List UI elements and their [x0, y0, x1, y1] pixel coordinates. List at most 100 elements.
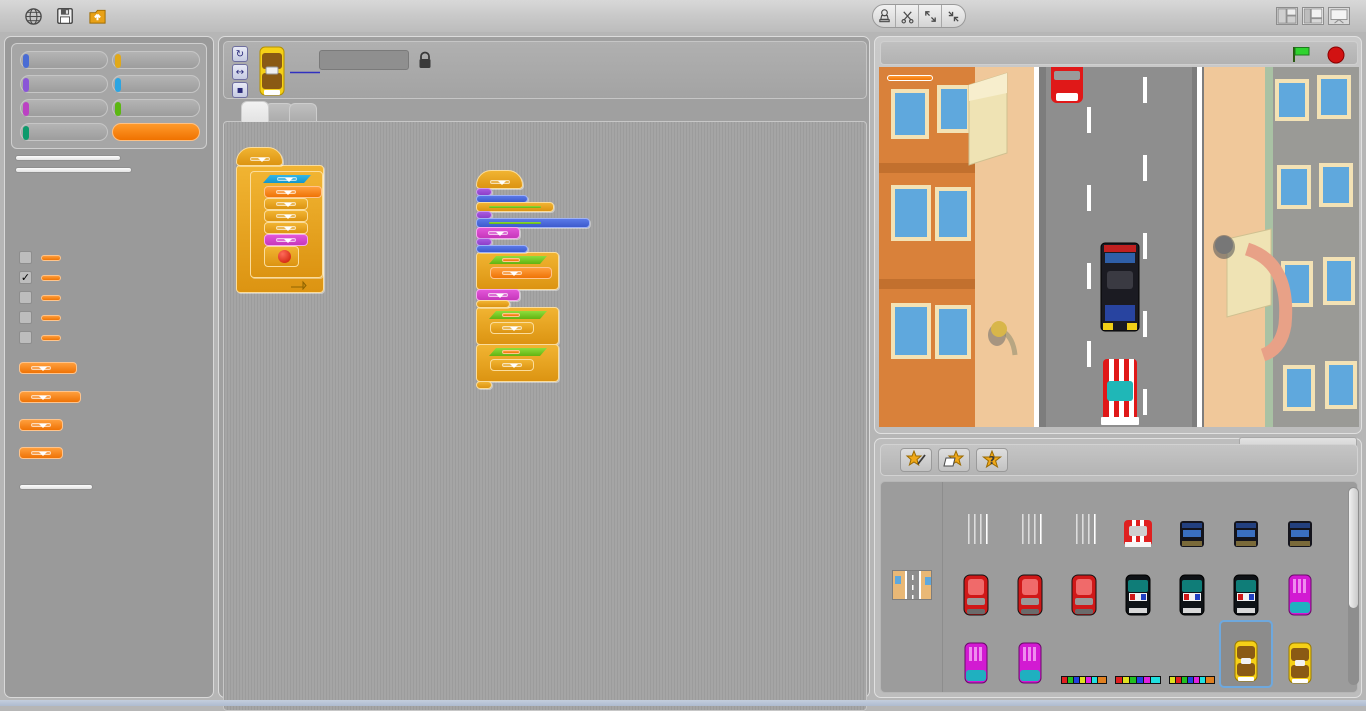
sprite-cell-sprite6[interactable] — [1111, 552, 1165, 620]
menu-file[interactable] — [124, 14, 130, 18]
sprite-cell-sprite5[interactable] — [1165, 484, 1219, 552]
pick-random-reporter-2[interactable] — [489, 222, 541, 224]
sprite-cell-extra[interactable] — [949, 688, 1003, 692]
surprise-sprite-icon[interactable]: ? — [976, 448, 1008, 472]
category-sensing[interactable] — [112, 75, 200, 93]
variable-dropdown[interactable] — [31, 423, 51, 428]
lock-icon[interactable] — [417, 51, 433, 69]
presentation-mode-button[interactable] — [1328, 7, 1350, 25]
block-stop-script[interactable] — [476, 381, 492, 389]
palette-block-show-variable[interactable] — [19, 419, 63, 431]
message-dropdown[interactable] — [490, 180, 510, 185]
message-dropdown[interactable] — [276, 226, 296, 231]
equals-predicate[interactable] — [489, 256, 547, 264]
variable-reporter[interactable] — [502, 258, 520, 262]
sprite-cell-sprite13[interactable] — [949, 620, 1003, 688]
hat-when-i-receive[interactable] — [236, 147, 283, 166]
menu-help[interactable] — [190, 14, 196, 18]
if-block-broadcast-stoproad[interactable] — [476, 344, 559, 382]
sprite-cell-sprite22[interactable] — [1273, 620, 1327, 688]
normal-stage-layout-button[interactable] — [1302, 7, 1324, 25]
category-sound[interactable] — [20, 99, 108, 117]
share-upload-icon[interactable] — [86, 5, 108, 27]
variable-checkbox[interactable]: ✓ — [19, 271, 32, 284]
script-stack-2[interactable] — [476, 167, 590, 389]
block-set-scroll[interactable] — [264, 186, 322, 198]
sprite-cell-sprite1[interactable] — [949, 484, 1003, 552]
block-go-to-xy-2[interactable] — [476, 245, 528, 253]
menu-share[interactable] — [168, 14, 174, 18]
equals-predicate[interactable] — [489, 311, 547, 319]
category-pen[interactable] — [20, 123, 108, 141]
touching-target-dropdown[interactable] — [277, 177, 297, 181]
scrollbar-thumb[interactable] — [1349, 488, 1358, 608]
block-wait-secs[interactable] — [476, 300, 510, 308]
message-dropdown[interactable] — [502, 363, 522, 368]
variable-row-crashdirection[interactable] — [19, 251, 61, 264]
shrink-icon[interactable] — [942, 5, 965, 27]
category-variables[interactable] — [112, 123, 200, 141]
sprite-cell-sprite10[interactable] — [1111, 620, 1165, 688]
sprite-library-scrollbar[interactable] — [1348, 487, 1359, 685]
sound-dropdown[interactable] — [276, 238, 296, 243]
sprite-cell-sprite7[interactable] — [1273, 552, 1327, 620]
message-dropdown[interactable] — [250, 157, 270, 162]
script-stack-1[interactable] — [236, 144, 324, 293]
variable-checkbox[interactable] — [19, 331, 32, 344]
if-block-change-score[interactable] — [476, 252, 559, 290]
sprite-cell-sprite3[interactable] — [1057, 484, 1111, 552]
block-broadcast-gameover[interactable] — [264, 222, 308, 234]
sprite-cell-sprite11[interactable] — [1273, 484, 1327, 552]
category-operators[interactable] — [112, 99, 200, 117]
variable-checkbox[interactable] — [19, 311, 32, 324]
small-stage-layout-button[interactable] — [1276, 7, 1298, 25]
sprite-cell-sprite14[interactable] — [949, 552, 1003, 620]
forever-block[interactable] — [236, 165, 324, 293]
sprite-cell-sprite18[interactable] — [1003, 620, 1057, 688]
variable-row-car1lane[interactable] — [19, 291, 61, 304]
sound-dropdown[interactable] — [488, 231, 508, 236]
sprite-cell-sprite4[interactable] — [1111, 484, 1165, 552]
if-block[interactable] — [250, 171, 323, 278]
category-looks[interactable] — [20, 75, 108, 93]
sprite-cell-sprite21[interactable] — [1219, 620, 1273, 688]
variable-reporter[interactable] — [502, 350, 520, 354]
variable-pill[interactable] — [41, 254, 61, 261]
category-control[interactable] — [112, 51, 200, 69]
variable-row-scroll[interactable] — [19, 331, 61, 344]
variable-dropdown[interactable] — [276, 190, 296, 195]
palette-block-hide-variable[interactable] — [19, 447, 63, 459]
no-rotate-icon[interactable]: ▪ — [232, 82, 248, 98]
block-broadcast-stopcar[interactable] — [264, 210, 308, 222]
sprite-cell-sprite19[interactable] — [1219, 552, 1273, 620]
block-broadcast-newyellow[interactable] — [490, 322, 534, 334]
paint-new-sprite-icon[interactable] — [900, 448, 932, 472]
sprite-name-field[interactable] — [319, 50, 409, 70]
block-broadcast-stoproad[interactable] — [264, 198, 308, 210]
variable-row-score[interactable]: ✓ — [19, 271, 61, 284]
stage-library-cell[interactable] — [881, 482, 943, 692]
scripts-canvas[interactable] — [223, 121, 867, 711]
stage-display[interactable] — [879, 67, 1359, 427]
sound-dropdown[interactable] — [488, 293, 508, 298]
block-change-score[interactable] — [490, 267, 552, 279]
sprite-cell-sprite15[interactable] — [1003, 552, 1057, 620]
rotate-freely-icon[interactable]: ↻ — [232, 46, 248, 62]
block-stop-all[interactable] — [264, 246, 299, 267]
variable-pill[interactable] — [41, 274, 61, 281]
stop-sign-icon[interactable] — [1327, 46, 1345, 64]
save-icon[interactable] — [54, 5, 76, 27]
delete-a-variable-button[interactable] — [15, 167, 132, 173]
category-motion[interactable] — [20, 51, 108, 69]
if-block-broadcast-newyellow[interactable] — [476, 307, 559, 345]
variable-dropdown[interactable] — [31, 451, 51, 456]
scissors-icon[interactable] — [896, 5, 919, 27]
variable-dropdown[interactable] — [502, 271, 522, 276]
pick-random-reporter-1[interactable] — [489, 206, 541, 208]
sprite-cell-sprite12[interactable] — [1165, 552, 1219, 620]
menu-edit[interactable] — [146, 14, 152, 18]
sprite-cell-sprite20[interactable] — [1165, 620, 1219, 688]
sprite-cell-sprite17[interactable] — [1219, 484, 1273, 552]
variable-dropdown[interactable] — [31, 395, 51, 400]
message-dropdown[interactable] — [276, 214, 296, 219]
